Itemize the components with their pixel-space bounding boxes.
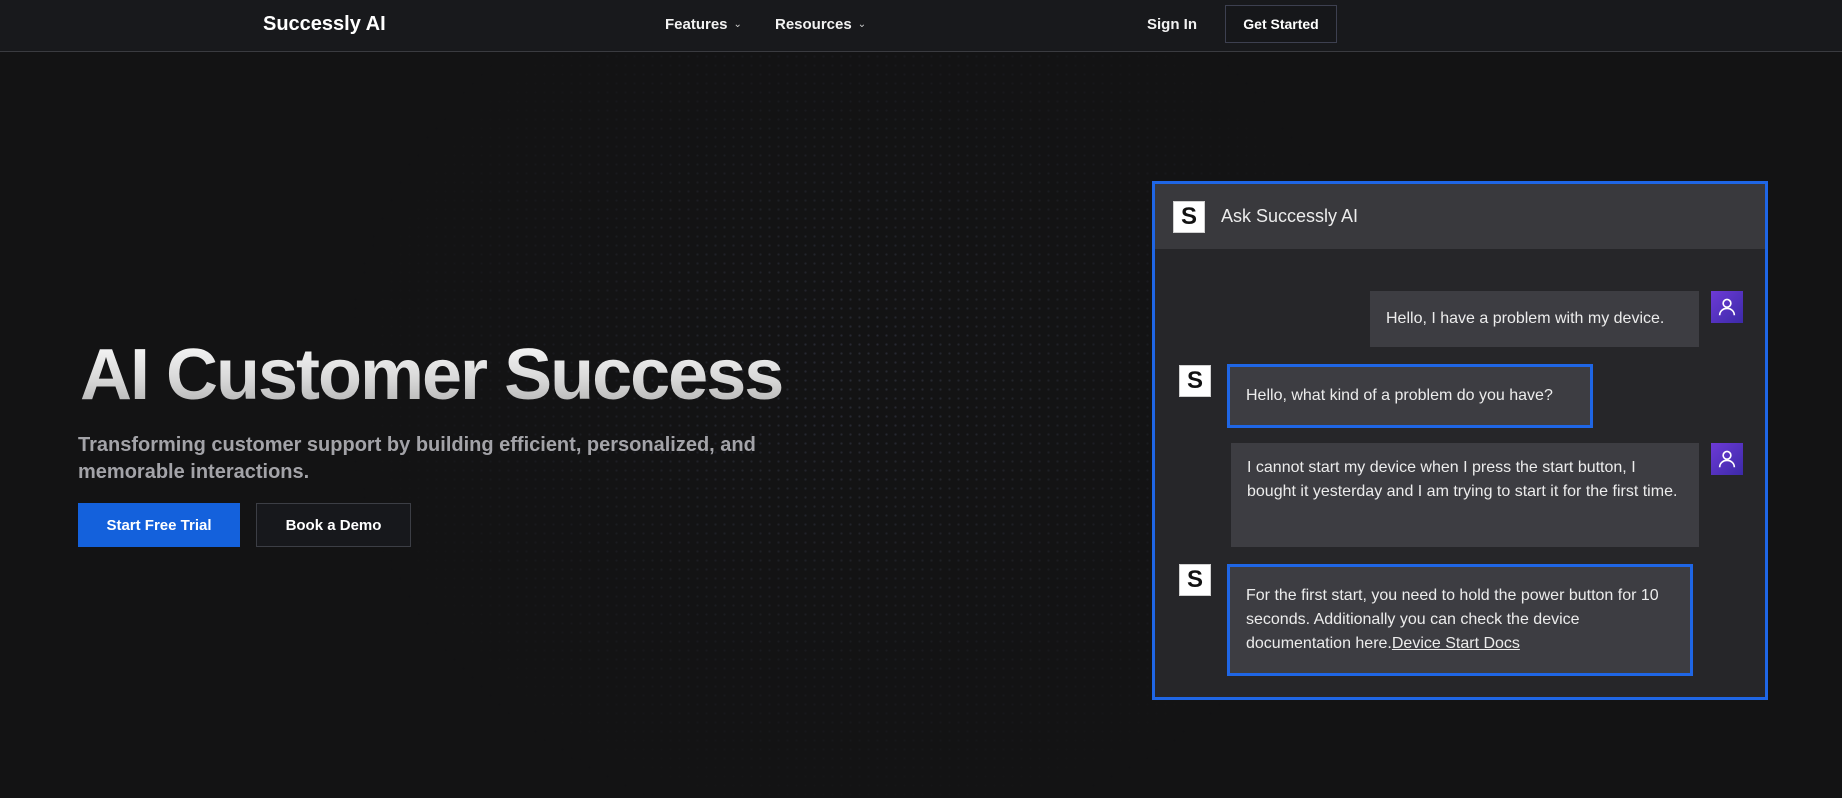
- bot-avatar-icon: S: [1179, 564, 1211, 596]
- chevron-down-icon: ⌄: [733, 19, 742, 30]
- chevron-down-icon: ⌄: [857, 19, 867, 30]
- message-text: I cannot start my device when I press th…: [1247, 459, 1678, 500]
- message-text: Hello, what kind of a problem do you hav…: [1246, 387, 1553, 404]
- device-start-docs-link[interactable]: Device Start Docs: [1392, 635, 1520, 652]
- brand-logo[interactable]: Successly AI: [263, 13, 386, 36]
- user-avatar-icon: [1711, 291, 1743, 323]
- hero-title: AI Customer Success: [80, 335, 784, 415]
- chat-title: Ask Successly AI: [1221, 206, 1359, 226]
- bot-message: For the first start, you need to hold th…: [1227, 564, 1693, 676]
- sign-in-link[interactable]: Sign In: [1147, 16, 1197, 33]
- successly-logo-icon: S: [1173, 201, 1205, 233]
- nav-resources-label: Resources: [775, 16, 852, 33]
- get-started-button[interactable]: Get Started: [1225, 5, 1337, 43]
- nav-resources[interactable]: Resources ⌄: [775, 16, 866, 33]
- top-nav: Successly AI Features ⌄ Resources ⌄ Sign…: [0, 0, 1842, 52]
- message-text: Hello, I have a problem with my device.: [1386, 310, 1665, 327]
- user-message: Hello, I have a problem with my device.: [1370, 291, 1699, 347]
- start-free-trial-button[interactable]: Start Free Trial: [78, 503, 240, 547]
- bot-message: Hello, what kind of a problem do you hav…: [1227, 364, 1593, 428]
- nav-features[interactable]: Features ⌄: [665, 16, 742, 33]
- chat-header: S Ask Successly AI: [1155, 184, 1765, 249]
- bot-avatar-icon: S: [1179, 365, 1211, 397]
- user-message: I cannot start my device when I press th…: [1231, 443, 1699, 547]
- nav-features-label: Features: [665, 16, 728, 33]
- book-demo-button[interactable]: Book a Demo: [256, 503, 411, 547]
- hero-subtitle: Transforming customer support by buildin…: [78, 434, 756, 483]
- chat-widget: S Ask Successly AI Hello, I have a probl…: [1152, 181, 1768, 700]
- user-avatar-icon: [1711, 443, 1743, 475]
